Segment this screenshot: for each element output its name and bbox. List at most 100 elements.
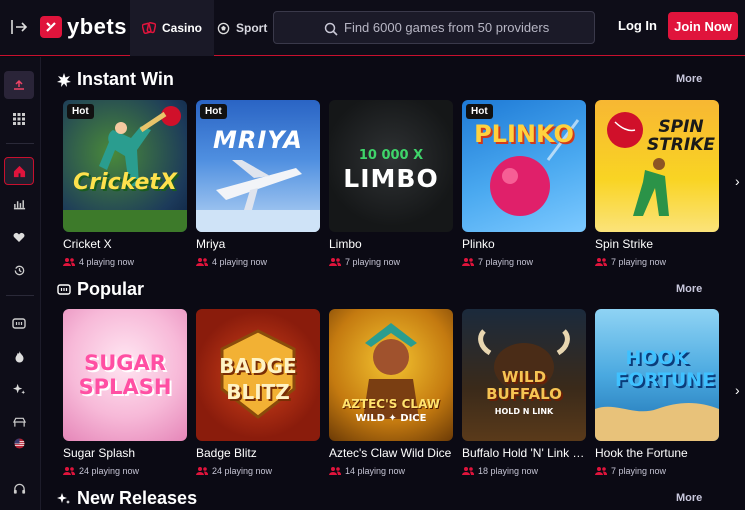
search-input[interactable]: Find 6000 games from 50 providers [273,11,595,44]
players-icon [462,258,474,266]
players-count-text: 7 playing now [345,257,401,267]
more-link[interactable]: More [676,492,702,504]
grid-icon [13,113,25,125]
players-count: 7 playing now [329,257,453,267]
football-icon [217,22,230,34]
sidebar-divider [6,295,34,296]
game-art-title: WILD BUFFALO [486,368,562,403]
game-name[interactable]: Mriya [196,237,320,251]
tab-sport[interactable]: Sport [205,0,279,56]
game-card[interactable]: AZTEC'S CLAW WILD ✦ DICE Aztec's Claw Wi… [329,309,453,476]
players-count: 7 playing now [595,466,719,476]
left-sidebar [0,57,41,510]
fire-icon [15,350,23,362]
sidebar-divider [6,143,34,144]
hot-badge: Hot [67,104,94,119]
game-art-subtitle: HOLD N LINK [494,407,554,416]
game-thumbnail[interactable]: Hot PLINKO [462,100,586,232]
more-link[interactable]: More [676,73,702,85]
game-thumbnail[interactable]: SUGAR SPLASH [63,309,187,441]
game-card[interactable]: Hot PLINKO Plinko 7 playing now [462,100,586,267]
game-row-instant-win: Hot CricketX Cricket X 4 playing now Hot… [63,100,719,267]
game-thumbnail[interactable]: Hot CricketX [63,100,187,232]
sidebar-item-support[interactable] [4,475,34,503]
game-art-subtitle: WILD ✦ DICE [355,413,427,424]
game-name[interactable]: Aztec's Claw Wild Dice [329,446,453,460]
players-count-text: 18 playing now [478,466,539,476]
players-count: 18 playing now [462,466,586,476]
game-thumbnail[interactable]: HOOK FORTUNE [595,309,719,441]
sparkle-icon [12,383,25,394]
login-button[interactable]: Log In [618,18,657,33]
hot-badge: Hot [200,104,227,119]
game-thumbnail[interactable]: 10 000 X LIMBO [329,100,453,232]
players-count-text: 4 playing now [212,257,268,267]
players-icon [462,467,474,475]
table-games-icon [12,417,26,427]
game-card[interactable]: HOOK FORTUNE Hook the Fortune 7 playing … [595,309,719,476]
more-link[interactable]: More [676,283,702,295]
game-thumbnail[interactable]: WILD BUFFALO HOLD N LINK [462,309,586,441]
tab-casino[interactable]: Casino [130,0,215,56]
join-now-button[interactable]: Join Now [668,12,738,40]
game-name[interactable]: Hook the Fortune [595,446,719,460]
game-card[interactable]: Hot MRIYA Mriya 4 playing now [196,100,320,267]
section-title: Instant Win [77,69,174,89]
game-thumbnail[interactable]: BADGE BLITZ [196,309,320,441]
players-icon [63,258,75,266]
players-count-text: 7 playing now [611,257,667,267]
game-card[interactable]: Hot CricketX Cricket X 4 playing now [63,100,187,267]
sidebar-item-account[interactable] [4,71,34,99]
casino-icon [142,21,156,35]
brand-logo[interactable]: ybets [40,14,127,40]
search-placeholder: Find 6000 games from 50 providers [344,20,550,35]
slots-icon [12,317,26,329]
players-icon [196,258,208,266]
game-art-title: SUGAR SPLASH [78,351,172,399]
brand-name: ybets [67,14,127,39]
game-card[interactable]: WILD BUFFALO HOLD N LINK Buffalo Hold 'N… [462,309,586,476]
players-icon [595,258,607,266]
game-thumbnail[interactable]: Hot MRIYA [196,100,320,232]
game-thumbnail[interactable]: SPIN STRIKE [595,100,719,232]
game-card[interactable]: SPIN STRIKE Spin Strike 7 playing now [595,100,719,267]
scroll-right-arrow-icon[interactable]: › [735,382,740,398]
game-card[interactable]: BADGE BLITZ Badge Blitz 24 playing now [196,309,320,476]
game-name[interactable]: Cricket X [63,237,187,251]
game-name[interactable]: Plinko [462,237,586,251]
game-name[interactable]: Sugar Splash [63,446,187,460]
heart-icon [13,232,25,242]
game-name[interactable]: Limbo [329,237,453,251]
user-icon [14,79,24,90]
players-count-text: 24 playing now [79,466,140,476]
game-art-subtitle: 10 000 X [358,148,424,163]
collapse-sidebar-icon[interactable] [10,18,28,36]
players-count: 4 playing now [196,257,320,267]
section-title: New Releases [77,488,198,508]
sidebar-item-stats[interactable] [4,190,34,218]
game-card[interactable]: 10 000 X LIMBO Limbo 7 playing now [329,100,453,267]
game-art-title: CricketX [73,170,177,195]
section-header-popular: Popular [57,279,144,300]
game-card[interactable]: SUGAR SPLASH Sugar Splash 24 playing now [63,309,187,476]
players-icon [329,467,341,475]
sidebar-item-home[interactable] [4,157,34,185]
hot-badge: Hot [466,104,493,119]
scroll-right-arrow-icon[interactable]: › [735,173,740,189]
sidebar-item-favorites[interactable] [4,223,34,251]
sidebar-item-language[interactable] [4,429,34,457]
instant-win-icon [57,72,71,87]
sidebar-item-hot[interactable] [4,342,34,370]
game-name[interactable]: Spin Strike [595,237,719,251]
game-name[interactable]: Buffalo Hold 'N' Link … [462,446,586,460]
sidebar-item-slots[interactable] [4,309,34,337]
players-count: 7 playing now [595,257,719,267]
game-art-title: PLINKO [474,120,574,148]
game-art-title: LIMBO [343,164,439,193]
game-name[interactable]: Badge Blitz [196,446,320,460]
tab-sport-label: Sport [236,21,268,35]
sidebar-item-history[interactable] [4,256,34,284]
sidebar-item-all-games[interactable] [4,105,34,133]
sidebar-item-new[interactable] [4,375,34,403]
game-thumbnail[interactable]: AZTEC'S CLAW WILD ✦ DICE [329,309,453,441]
